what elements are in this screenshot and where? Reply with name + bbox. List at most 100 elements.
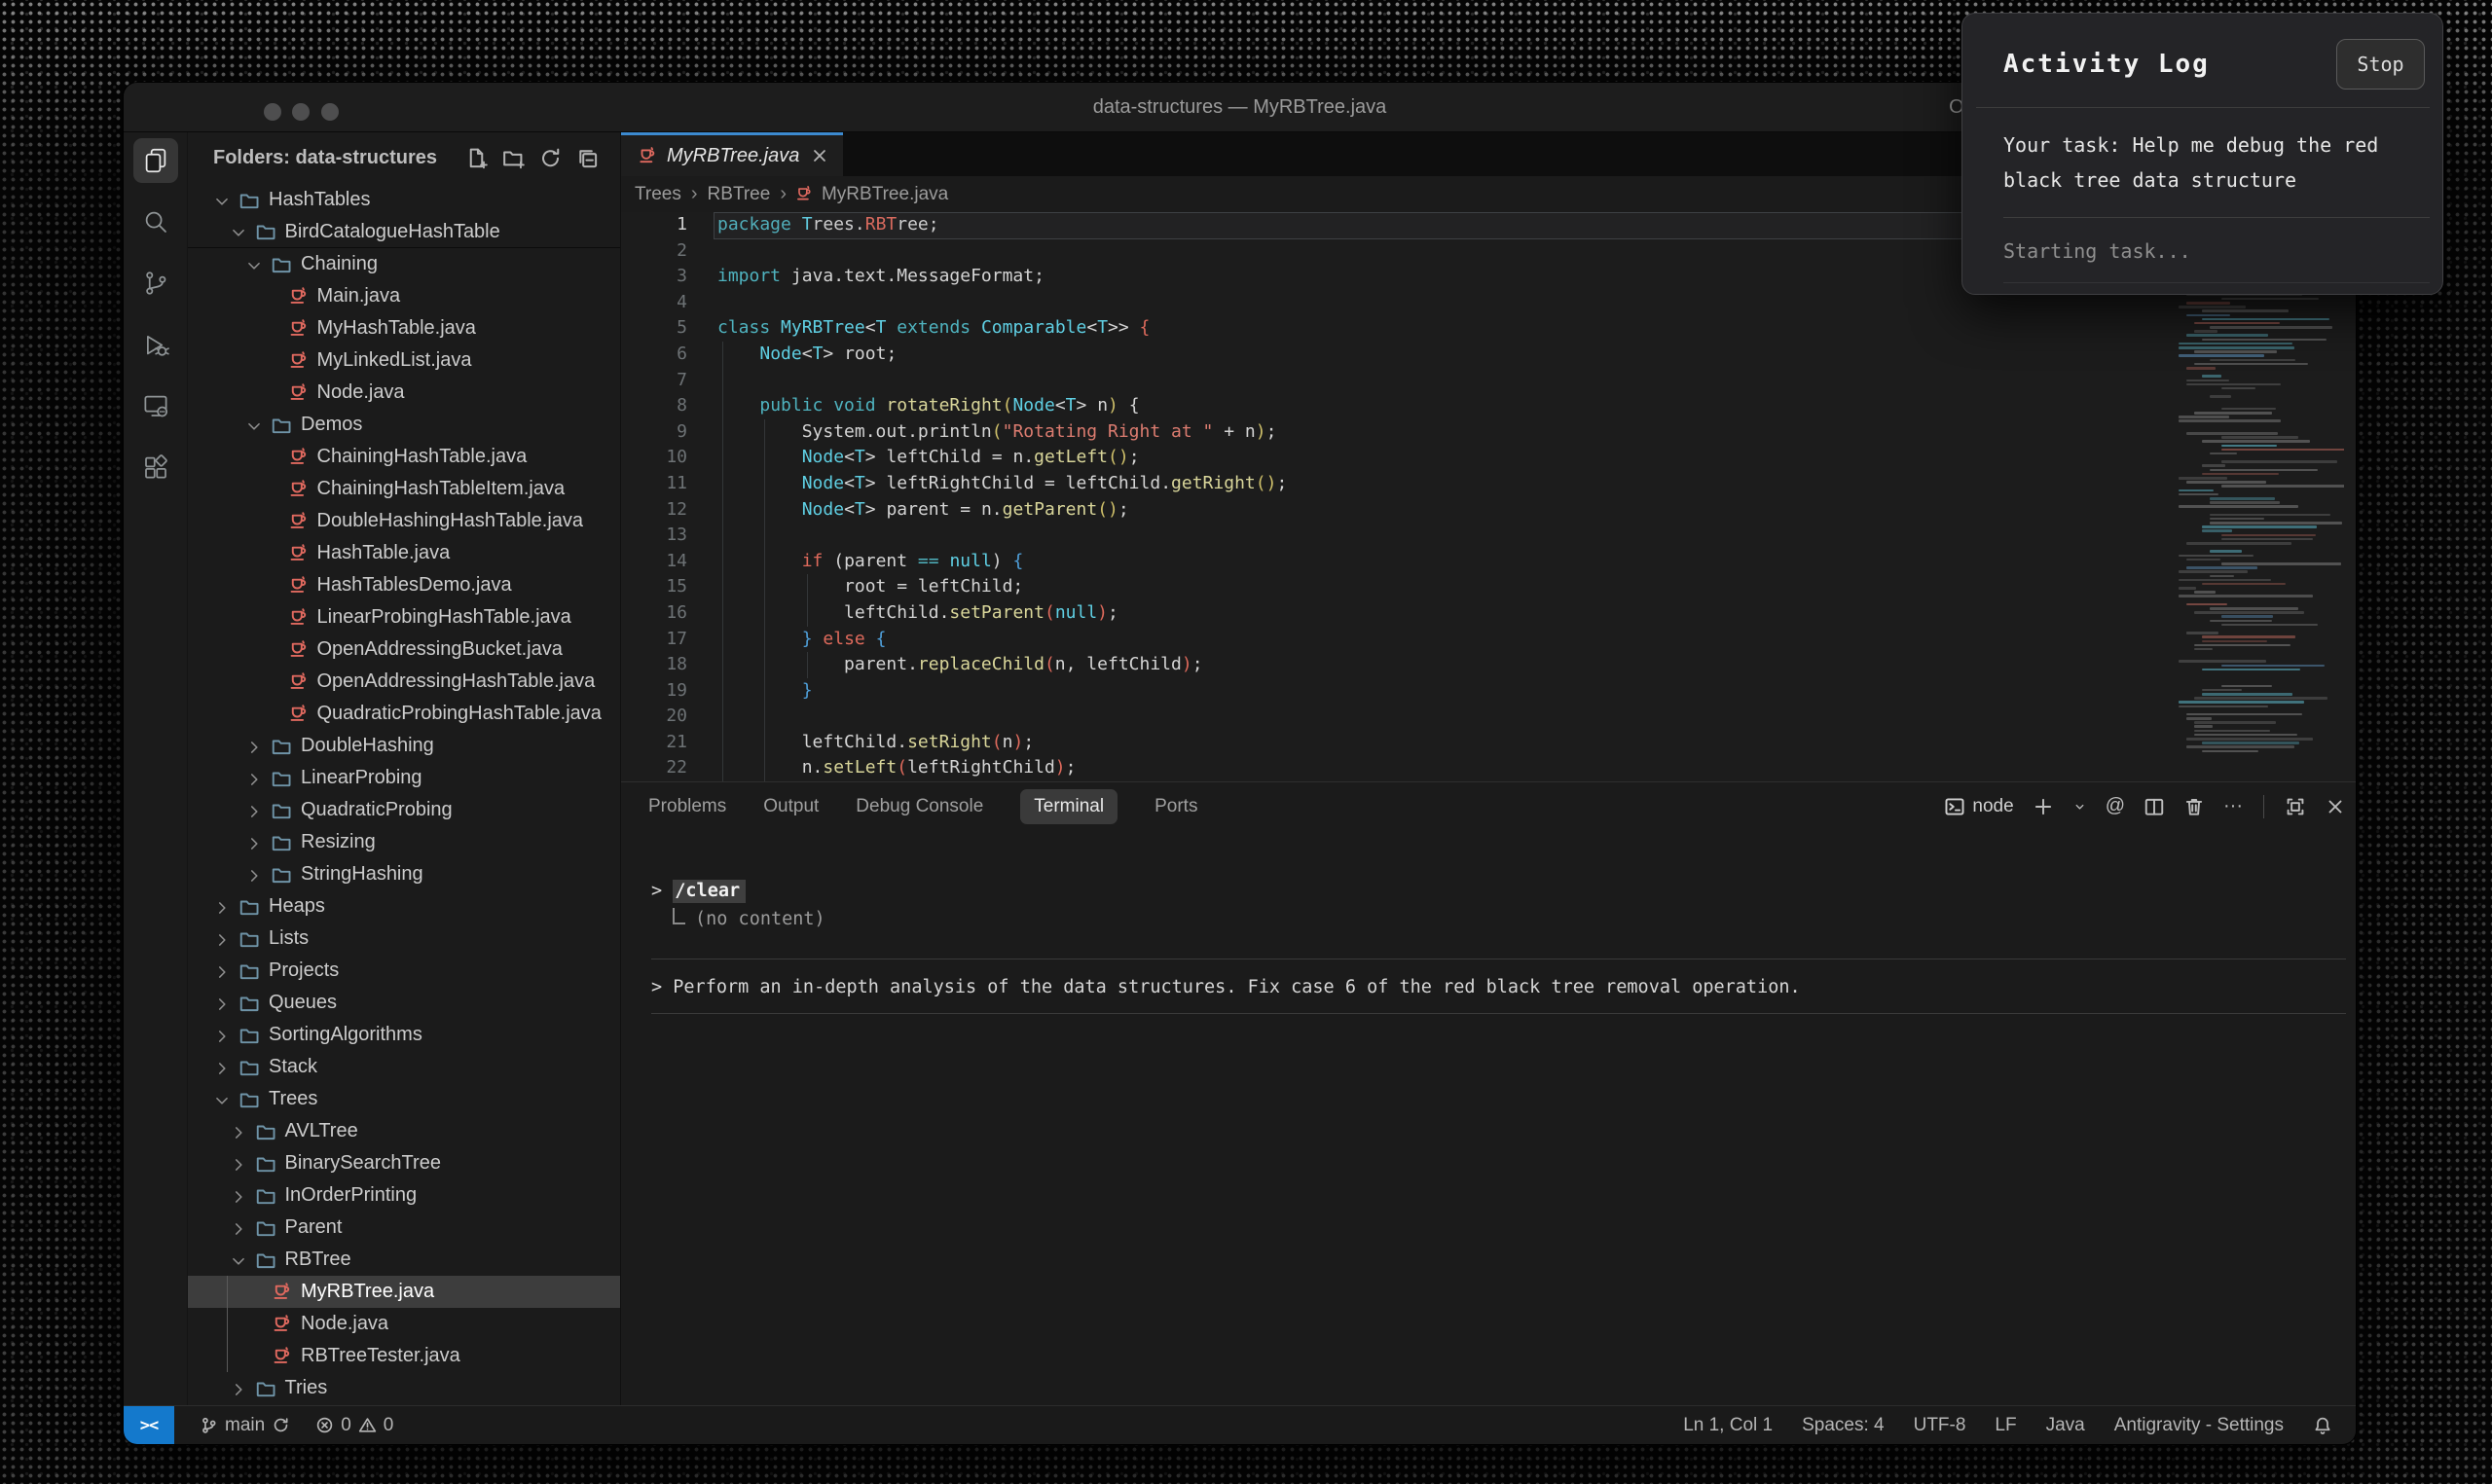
at-mention-icon[interactable]: @ [2106,795,2125,817]
activity-bar [124,132,188,1406]
line-number: 15 [621,574,687,600]
tree-item-stringhashing[interactable]: StringHashing [188,858,620,890]
new-terminal-icon[interactable] [2033,796,2054,817]
remote-indicator[interactable]: >< [124,1406,174,1444]
tree-item-tries[interactable]: Tries [188,1372,620,1404]
panel-tab-problems[interactable]: Problems [648,796,726,817]
tree-item-chaining[interactable]: Chaining [188,248,620,280]
code-line-14: 14 if (parent == null) { [621,549,2356,575]
tree-item-label: StringHashing [301,863,423,886]
tree-item-rbtree[interactable]: RBTree [188,1244,620,1276]
branch-indicator[interactable]: main [200,1415,290,1436]
tab-myrbtree-java[interactable]: MyRBTree.java [621,132,843,176]
status-ln-1-col-1[interactable]: Ln 1, Col 1 [1683,1415,1773,1436]
new-file-icon[interactable] [465,147,488,169]
breadcrumb-item-myrbtree-java[interactable]: MyRBTree.java [820,184,950,205]
breadcrumb-item-rbtree[interactable]: RBTree [706,184,773,205]
code-editor[interactable]: 1package Trees.RBTree;23import java.text… [621,212,2356,781]
tree-item-projects[interactable]: Projects [188,955,620,987]
breadcrumb-item-trees[interactable]: Trees [633,184,683,205]
folder-icon [238,190,260,211]
tree-item-myhashtable-java[interactable]: MyHashTable.java [188,312,620,344]
more-actions-icon[interactable]: ··· [2223,795,2243,817]
tree-item-label: LinearProbing [301,767,422,789]
panel-tab-output[interactable]: Output [763,796,819,817]
tree-item-stack[interactable]: Stack [188,1051,620,1083]
tree-item-linearprobinghashtable-java[interactable]: LinearProbingHashTable.java [188,601,620,633]
tree-item-node-java[interactable]: Node.java [188,1308,620,1340]
panel-tab-ports[interactable]: Ports [1154,796,1197,817]
tree-indent-spacer [262,384,287,402]
tree-item-openaddressinghashtable-java[interactable]: OpenAddressingHashTable.java [188,666,620,698]
minimap[interactable] [2179,216,2344,776]
tree-item-avltree[interactable]: AVLTree [188,1115,620,1147]
extensions-icon[interactable] [133,445,178,489]
java-file-icon [271,1314,292,1335]
terminal-content[interactable]: > /clear (no content) > Perform an in-de… [621,830,2356,1014]
tree-item-lists[interactable]: Lists [188,923,620,955]
java-file-icon [794,185,813,203]
tree-item-chaininghashtable-java[interactable]: ChainingHashTable.java [188,441,620,473]
collapse-all-icon[interactable] [576,147,599,169]
tree-item-node-java[interactable]: Node.java [188,377,620,409]
tree-item-demos[interactable]: Demos [188,409,620,441]
tree-indent-spacer [262,513,287,530]
run-debug-icon[interactable] [133,322,178,367]
explorer-icon[interactable] [133,138,178,183]
split-terminal-icon[interactable] [2144,796,2165,817]
tree-indent-guide [227,1276,228,1308]
tree-item-queues[interactable]: Queues [188,987,620,1019]
tree-item-quadraticprobing[interactable]: QuadraticProbing [188,794,620,826]
tree-item-binarysearchtree[interactable]: BinarySearchTree [188,1147,620,1179]
source-control-icon[interactable] [133,261,178,306]
new-folder-icon[interactable] [502,147,525,169]
tree-item-main-java[interactable]: Main.java [188,280,620,312]
tree-item-quadraticprobinghashtable-java[interactable]: QuadraticProbingHashTable.java [188,698,620,730]
panel-tab-debug-console[interactable]: Debug Console [856,796,983,817]
tree-indent-spacer [245,1348,271,1365]
tree-item-sortingalgorithms[interactable]: SortingAlgorithms [188,1019,620,1051]
folder-icon [271,800,292,821]
tree-item-doublehashing[interactable]: DoubleHashing [188,730,620,762]
refresh-icon[interactable] [539,147,562,169]
terminal-dropdown-icon[interactable] [2072,796,2087,817]
tree-item-linearprobing[interactable]: LinearProbing [188,762,620,794]
java-file-icon [287,575,309,597]
maximize-panel-icon[interactable] [2285,796,2306,817]
tab-close-icon[interactable] [810,146,829,165]
tree-item-chaininghashtableitem-java[interactable]: ChainingHashTableItem.java [188,473,620,505]
line-number: 12 [621,497,687,524]
tree-item-hashtables[interactable]: HashTables [188,184,620,216]
bell-icon[interactable] [2313,1416,2332,1435]
tree-item-rbtreetester-java[interactable]: RBTreeTester.java [188,1340,620,1372]
remote-explorer-icon[interactable] [133,383,178,428]
tree-item-inorderprinting[interactable]: InOrderPrinting [188,1179,620,1212]
search-icon[interactable] [133,199,178,244]
shell-selector[interactable]: node [1944,796,2013,817]
tree-item-hashtable-java[interactable]: HashTable.java [188,537,620,569]
kill-terminal-icon[interactable] [2183,796,2205,817]
tree-item-parent[interactable]: Parent [188,1212,620,1244]
tree-item-openaddressingbucket-java[interactable]: OpenAddressingBucket.java [188,633,620,666]
status-antigravity-settings[interactable]: Antigravity - Settings [2114,1415,2284,1436]
tree-item-label: Tries [285,1377,328,1399]
tree-item-trees[interactable]: Trees [188,1083,620,1115]
chevron-right-icon [213,995,238,1012]
stop-button[interactable]: Stop [2336,39,2425,90]
tree-item-resizing[interactable]: Resizing [188,826,620,858]
status-lf[interactable]: LF [1995,1415,2016,1436]
tree-item-myrbtree-java[interactable]: MyRBTree.java [188,1276,620,1308]
tree-item-label: Main.java [317,285,401,308]
status-spaces-4[interactable]: Spaces: 4 [1802,1415,1885,1436]
tree-item-mylinkedlist-java[interactable]: MyLinkedList.java [188,344,620,377]
panel-tab-terminal[interactable]: Terminal [1020,789,1118,824]
close-panel-icon[interactable] [2325,796,2346,817]
tree-item-heaps[interactable]: Heaps [188,890,620,923]
problems-indicator[interactable]: 0 0 [315,1415,393,1436]
tree-item-label: LinearProbingHashTable.java [317,606,571,629]
tree-item-birdcataloguehashtable[interactable]: BirdCatalogueHashTable [188,216,620,248]
tree-item-hashtablesdemo-java[interactable]: HashTablesDemo.java [188,569,620,601]
status-utf-8[interactable]: UTF-8 [1914,1415,1966,1436]
status-java[interactable]: Java [2046,1415,2085,1436]
tree-item-doublehashinghashtable-java[interactable]: DoubleHashingHashTable.java [188,505,620,537]
